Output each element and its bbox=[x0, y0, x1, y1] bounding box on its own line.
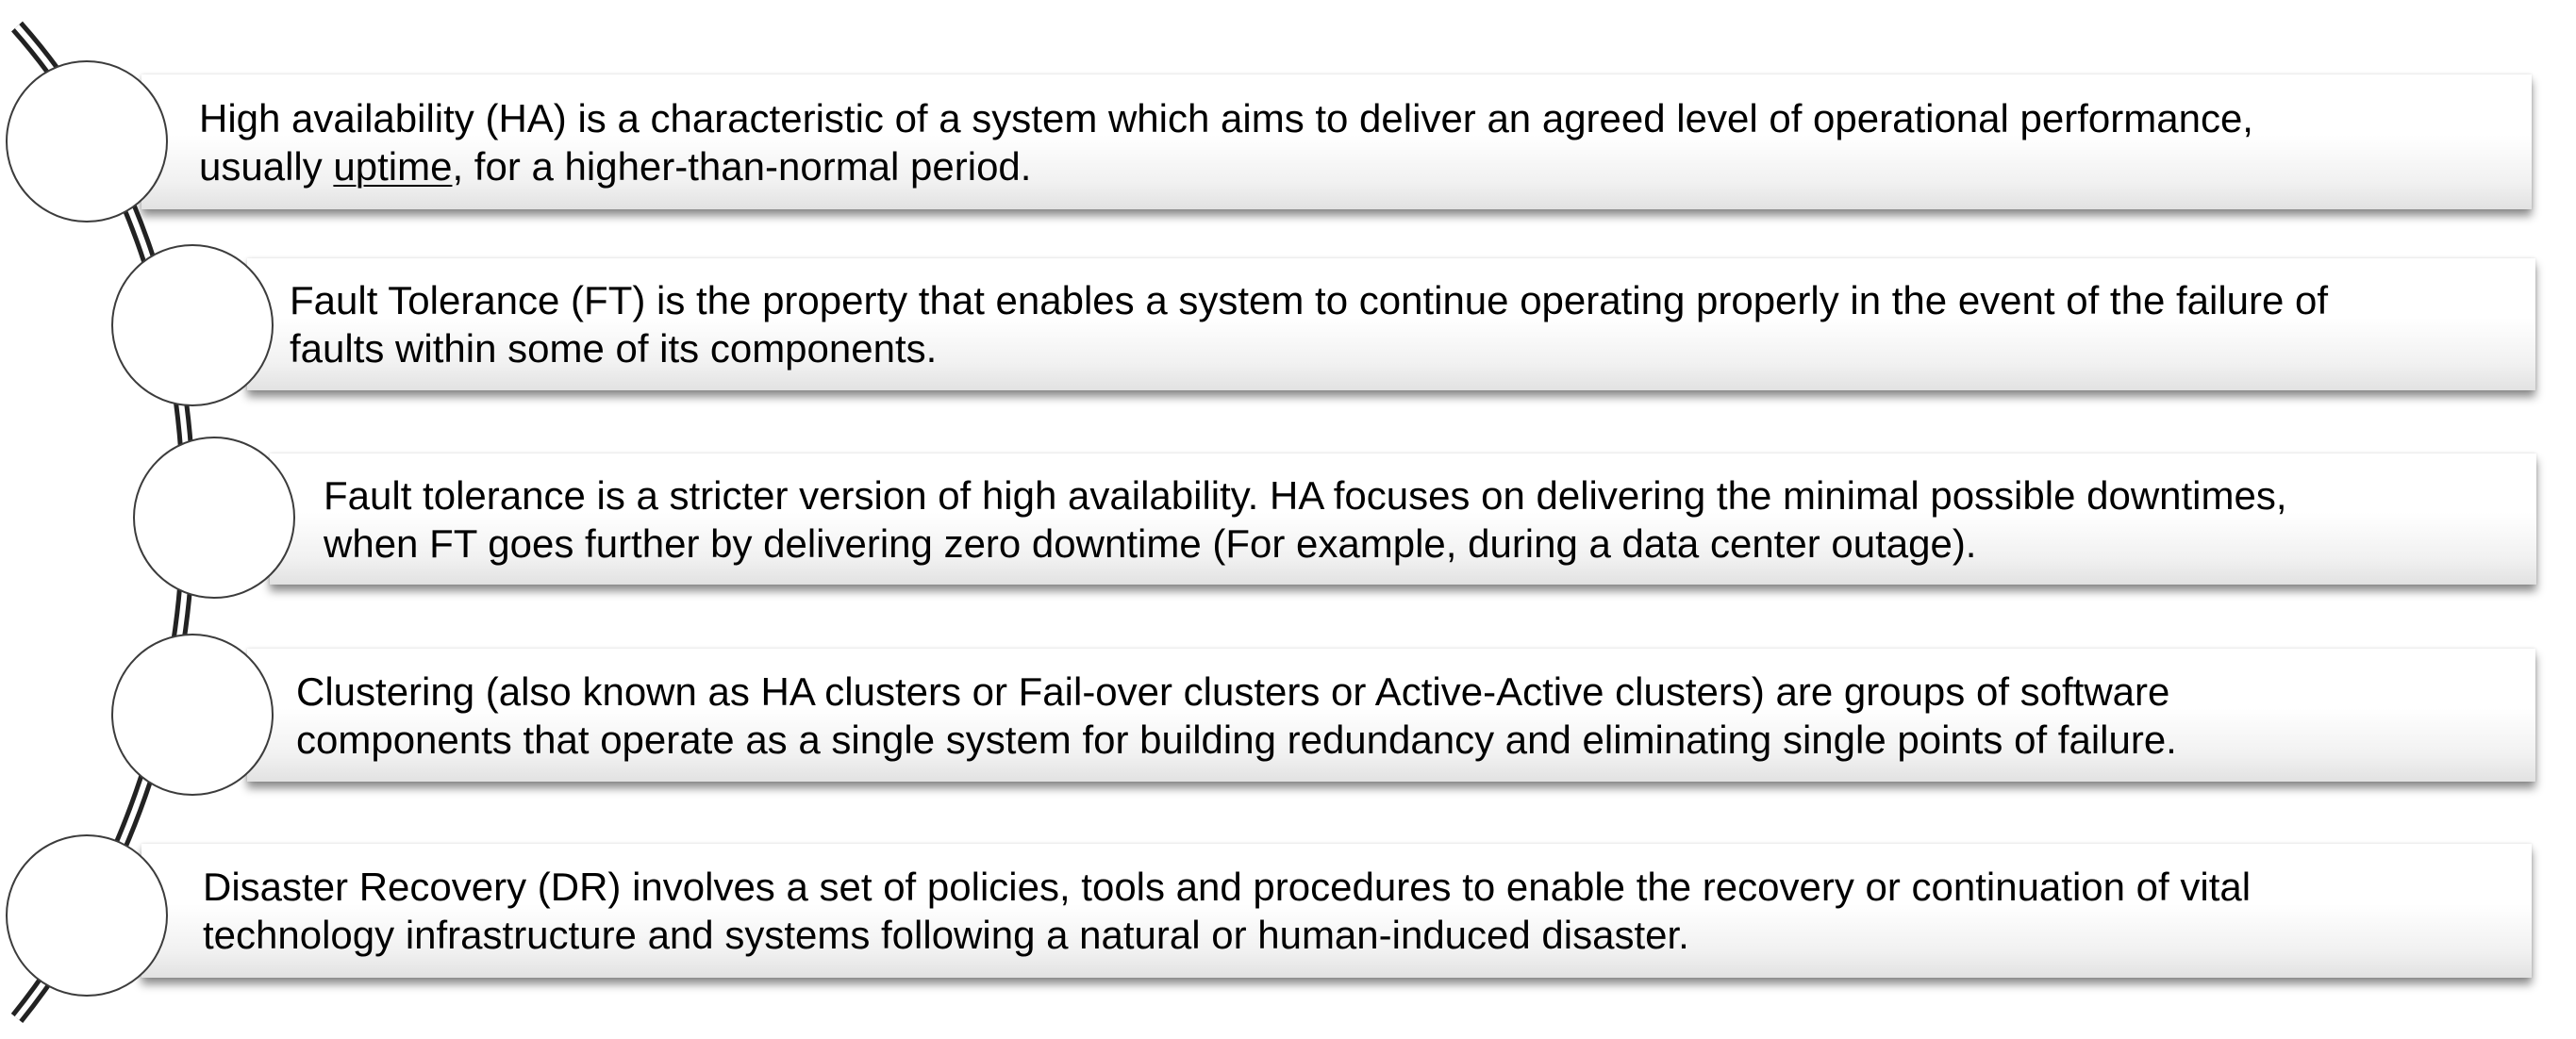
item-text-line-1: Fault Tolerance (FT) is the property tha… bbox=[290, 278, 2329, 322]
item-text: Fault tolerance is a stricter version of… bbox=[324, 471, 2287, 568]
list-bullet-circle bbox=[111, 634, 274, 796]
list-item-disaster-recovery: Disaster Recovery (DR) involves a set of… bbox=[141, 844, 2532, 978]
item-text-line-1: Clustering (also known as HA clusters or… bbox=[296, 668, 2170, 714]
list-item-high-availability: High availability (HA) is a characterist… bbox=[141, 74, 2532, 209]
list-item-ft-vs-ha: Fault tolerance is a stricter version of… bbox=[270, 454, 2536, 585]
item-text-line-2: when FT goes further by delivering zero … bbox=[324, 520, 1977, 566]
list-item-fault-tolerance: Fault Tolerance (FT) is the property tha… bbox=[247, 258, 2535, 390]
item-text-line-1: Fault tolerance is a stricter version of… bbox=[324, 472, 2287, 518]
item-text: Disaster Recovery (DR) involves a set of… bbox=[203, 863, 2251, 959]
list-bullet-circle bbox=[111, 244, 274, 406]
item-text: Fault Tolerance (FT) is the property tha… bbox=[290, 276, 2328, 372]
list-bullet-circle bbox=[6, 60, 168, 223]
vertical-arc-list-diagram: High availability (HA) is a characterist… bbox=[0, 0, 2576, 1039]
item-text-line-2: technology infrastructure and systems fo… bbox=[203, 913, 1689, 957]
list-bullet-circle bbox=[6, 834, 168, 997]
item-text-line-1: High availability (HA) is a characterist… bbox=[199, 95, 2253, 140]
item-text: Clustering (also known as HA clusters or… bbox=[296, 668, 2177, 764]
uptime-link[interactable]: uptime bbox=[333, 144, 452, 189]
item-text: High availability (HA) is a characterist… bbox=[199, 94, 2253, 190]
item-text-prefix: usually bbox=[199, 143, 334, 189]
list-item-clustering: Clustering (also known as HA clusters or… bbox=[247, 649, 2535, 782]
item-text-line-2: components that operate as a single syst… bbox=[296, 717, 2177, 762]
item-text-line-2: faults within some of its components. bbox=[290, 326, 938, 371]
item-text-suffix: , for a higher-than-normal period. bbox=[452, 143, 1032, 189]
item-text-line-1: Disaster Recovery (DR) involves a set of… bbox=[203, 865, 2252, 909]
list-bullet-circle bbox=[133, 437, 295, 599]
item-text-line-2: usually uptime, for a higher-than-normal… bbox=[199, 142, 2253, 190]
